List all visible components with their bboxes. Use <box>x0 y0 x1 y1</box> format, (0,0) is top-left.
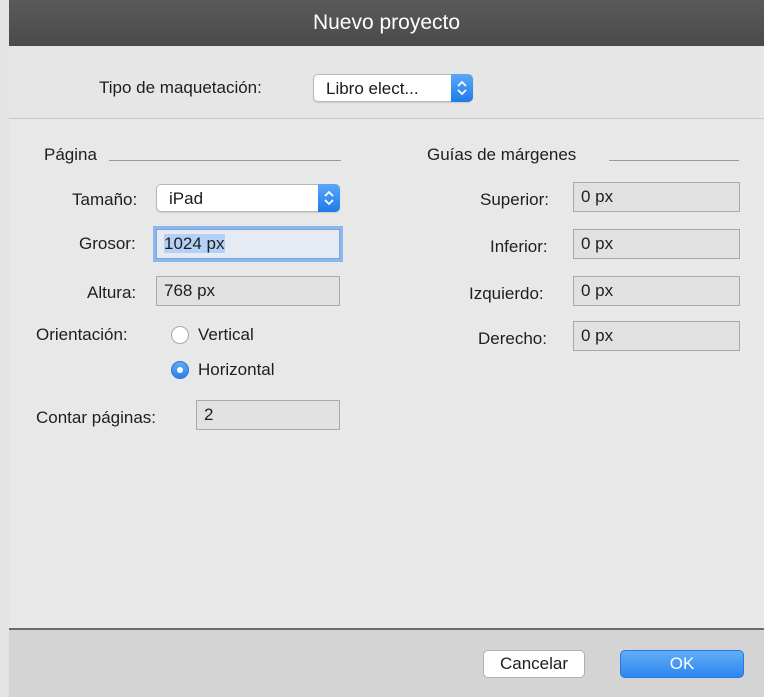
height-label: Altura: <box>87 283 137 302</box>
left-margin-field[interactable]: 0 px <box>573 276 740 306</box>
top-margin-field[interactable]: 0 px <box>573 182 740 212</box>
left-margin-label: Izquierdo: <box>469 284 544 303</box>
layout-type-value: Libro elect... <box>326 79 419 98</box>
right-margin-value: 0 px <box>581 326 614 345</box>
dialog-button-bar: Cancelar OK <box>9 628 764 697</box>
right-margin-label: Derecho: <box>478 329 547 348</box>
page-section-title: Página <box>44 145 97 164</box>
page-count-value: 2 <box>204 405 214 424</box>
right-margin-field[interactable]: 0 px <box>573 321 740 351</box>
orientation-horizontal-radio[interactable] <box>171 361 189 379</box>
layout-type-label: Tipo de maquetación: <box>99 78 262 97</box>
up-down-chevron-icon <box>318 184 340 212</box>
page-count-label: Contar páginas: <box>36 408 157 427</box>
page-section-divider <box>109 160 341 161</box>
page-count-field[interactable]: 2 <box>196 400 340 430</box>
height-value: 768 px <box>164 281 216 300</box>
background-window-edge <box>0 0 9 697</box>
top-margin-label: Superior: <box>480 190 549 209</box>
dialog-title: Nuevo proyecto <box>9 0 764 46</box>
width-field[interactable]: 1024 px <box>156 229 340 259</box>
up-down-chevron-icon <box>451 74 473 102</box>
width-label: Grosor: <box>79 234 136 253</box>
bottom-margin-value: 0 px <box>581 234 614 253</box>
height-field[interactable]: 768 px <box>156 276 340 306</box>
orientation-horizontal-label[interactable]: Horizontal <box>198 360 275 380</box>
left-margin-value: 0 px <box>581 281 614 300</box>
layout-type-popup[interactable]: Libro elect... <box>313 74 473 102</box>
bottom-margin-field[interactable]: 0 px <box>573 229 740 259</box>
orientation-vertical-label[interactable]: Vertical <box>198 325 254 345</box>
orientation-vertical-radio[interactable] <box>171 326 189 344</box>
ok-button[interactable]: OK <box>620 650 744 678</box>
margins-section-divider <box>609 160 739 161</box>
width-value: 1024 px <box>164 234 225 253</box>
bottom-margin-label: Inferior: <box>490 237 548 256</box>
margins-section-title: Guías de márgenes <box>427 145 577 164</box>
size-popup[interactable]: iPad <box>156 184 340 212</box>
cancel-button[interactable]: Cancelar <box>483 650 585 678</box>
size-value: iPad <box>169 189 204 208</box>
size-label: Tamaño: <box>72 190 138 209</box>
layout-type-row: Tipo de maquetación: Libro elect... <box>9 46 764 119</box>
new-project-dialog: Nuevo proyecto Tipo de maquetación: Libr… <box>9 0 764 697</box>
orientation-label: Orientación: <box>36 325 128 344</box>
top-margin-value: 0 px <box>581 187 614 206</box>
